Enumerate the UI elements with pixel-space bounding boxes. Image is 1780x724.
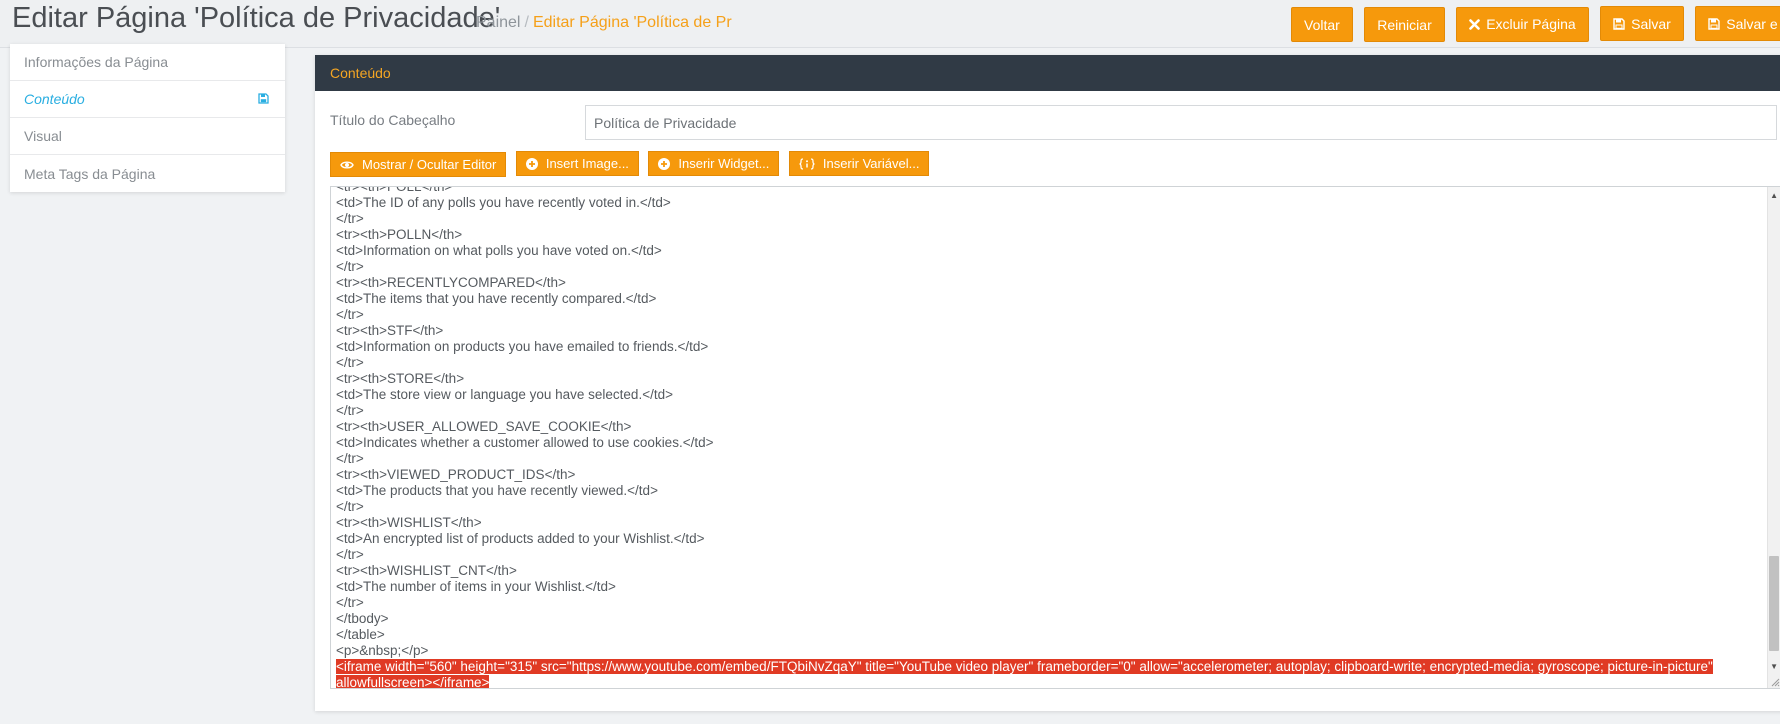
code-line: <td>An encrypted list of products added … (336, 531, 705, 546)
code-line: </tr> (336, 547, 364, 562)
sidebar-item-label: Meta Tags da Página (24, 165, 156, 182)
code-line: </tr> (336, 355, 364, 370)
reset-button-label: Reiniciar (1377, 16, 1432, 33)
sidebar-item-label: Informações da Página (24, 54, 168, 70)
sidebar-item-visual[interactable]: Visual (10, 118, 285, 155)
code-line: </tr> (336, 211, 364, 226)
code-line: </tr> (336, 451, 364, 466)
code-line: <tr><th>STF</th> (336, 323, 444, 338)
back-button-label: Voltar (1304, 16, 1340, 33)
close-icon (1469, 18, 1480, 30)
panel-header: Conteúdo (315, 55, 1780, 91)
insert-widget-label: Inserir Widget... (678, 156, 770, 171)
save-continue-button[interactable]: Salvar e Contin (1695, 6, 1780, 41)
resize-grip-icon[interactable] (1769, 676, 1780, 687)
save-icon (1613, 17, 1625, 30)
code-line: <tr><th>WISHLIST</th> (336, 515, 482, 530)
heading-title-input[interactable] (585, 105, 1777, 140)
code-line: </tr> (336, 259, 364, 274)
sidebar-item-label: Conteúdo (24, 91, 85, 107)
code-line: <td>Information on products you have ema… (336, 339, 709, 354)
page-header: Editar Página 'Política de Privacidade' … (0, 0, 1780, 48)
page-actions: Voltar Reiniciar Excluir Página Salvar S… (1291, 6, 1780, 42)
variable-icon (799, 157, 815, 170)
breadcrumb-separator: / (524, 14, 529, 31)
code-line: <td>The ID of any polls you have recentl… (336, 195, 671, 210)
code-line: <p>&nbsp;</p> (336, 643, 429, 658)
insert-variable-button[interactable]: Inserir Variável... (788, 151, 930, 176)
page-title: Editar Página 'Política de Privacidade' (12, 2, 501, 34)
reset-button[interactable]: Reiniciar (1364, 7, 1445, 42)
selected-code-line: allowfullscreen></iframe> (336, 675, 1756, 689)
plus-circle-icon (525, 157, 538, 170)
code-line: <tr><th>STORE</th> (336, 371, 465, 386)
heading-title-label: Título do Cabeçalho (330, 112, 456, 128)
save-button[interactable]: Salvar (1600, 6, 1684, 41)
eye-icon (340, 160, 354, 169)
sidebar-item-page-info[interactable]: Informações da Página (10, 44, 285, 81)
save-button-label: Salvar (1631, 15, 1671, 32)
scroll-down-arrow-icon[interactable]: ▼ (1770, 663, 1778, 671)
breadcrumb: Painel / Editar Página 'Política de Priv (476, 14, 732, 32)
code-line: </tbody> (336, 611, 389, 626)
panel-title: Conteúdo (330, 65, 391, 81)
sidebar-item-label: Visual (24, 128, 62, 144)
breadcrumb-current: Editar Página 'Política de Priv (532, 14, 732, 31)
code-line: <tr><th>POLLN</th> (336, 227, 463, 242)
editor-scrollbar[interactable]: ▲ ▼ (1767, 187, 1780, 688)
html-code-editor[interactable]: <tr><th>POLL</th> <td>The ID of any polls… (330, 186, 1780, 689)
save-icon (258, 93, 269, 104)
scroll-up-arrow-icon[interactable]: ▲ (1770, 192, 1778, 200)
toggle-editor-label: Mostrar / Ocultar Editor (362, 157, 497, 172)
delete-page-button-label: Excluir Página (1486, 16, 1576, 32)
code-line: <tr><th>POLL</th> (336, 186, 453, 194)
insert-image-label: Insert Image... (545, 156, 629, 171)
code-line: </tr> (336, 307, 364, 322)
sidebar-item-content[interactable]: Conteúdo (10, 81, 285, 118)
editor-toolbar: Mostrar / Ocultar Editor Insert Image...… (330, 151, 934, 177)
code-line: </tr> (336, 499, 364, 514)
code-line: <tr><th>VIEWED_PRODUCT_IDS</th> (336, 467, 576, 482)
save-icon (1708, 17, 1720, 30)
selection-highlight: allowfullscreen></iframe> (336, 675, 490, 689)
code-line: <tr><th>WISHLIST_CNT</th> (336, 563, 517, 578)
back-button[interactable]: Voltar (1291, 7, 1353, 42)
delete-page-button[interactable]: Excluir Página (1456, 6, 1589, 42)
code-line: </table> (336, 627, 385, 642)
selected-code-line: <iframe width="560" height="315" src="ht… (336, 659, 1756, 675)
code-content[interactable]: <tr><th>POLL</th> <td>The ID of any polls… (336, 186, 1756, 689)
save-continue-button-label: Salvar e Contin (1726, 15, 1780, 32)
plus-circle-icon (658, 157, 671, 170)
code-line: <tr><th>RECENTLYCOMPARED</th> (336, 275, 566, 290)
code-line: </tr> (336, 595, 364, 610)
code-line: <td>The store view or language you have … (336, 387, 673, 402)
insert-widget-button[interactable]: Inserir Widget... (648, 151, 780, 176)
code-line: <td>The products that you have recently … (336, 483, 658, 498)
code-line: <tr><th>USER_ALLOWED_SAVE_COOKIE</th> (336, 419, 632, 434)
selection-highlight: <iframe width="560" height="315" src="ht… (336, 659, 1713, 674)
code-line: <td>The number of items in your Wishlist… (336, 579, 616, 594)
sidebar: Informações da Página Conteúdo Visual Me… (10, 44, 285, 192)
toggle-editor-button[interactable]: Mostrar / Ocultar Editor (330, 152, 507, 177)
insert-variable-label: Inserir Variável... (822, 156, 920, 171)
editor-scrollbar-thumb[interactable] (1769, 556, 1779, 651)
sidebar-item-meta-tags[interactable]: Meta Tags da Página (10, 155, 285, 192)
content-panel: Conteúdo Título do Cabeçalho Mostrar / O… (315, 55, 1780, 711)
insert-image-button[interactable]: Insert Image... (515, 151, 639, 176)
code-line: <td>Indicates whether a customer allowed… (336, 435, 714, 450)
code-line: </tr> (336, 403, 364, 418)
breadcrumb-home-link[interactable]: Painel (476, 14, 520, 31)
code-line: <td>The items that you have recently com… (336, 291, 657, 306)
code-line: <td>Information on what polls you have v… (336, 243, 662, 258)
